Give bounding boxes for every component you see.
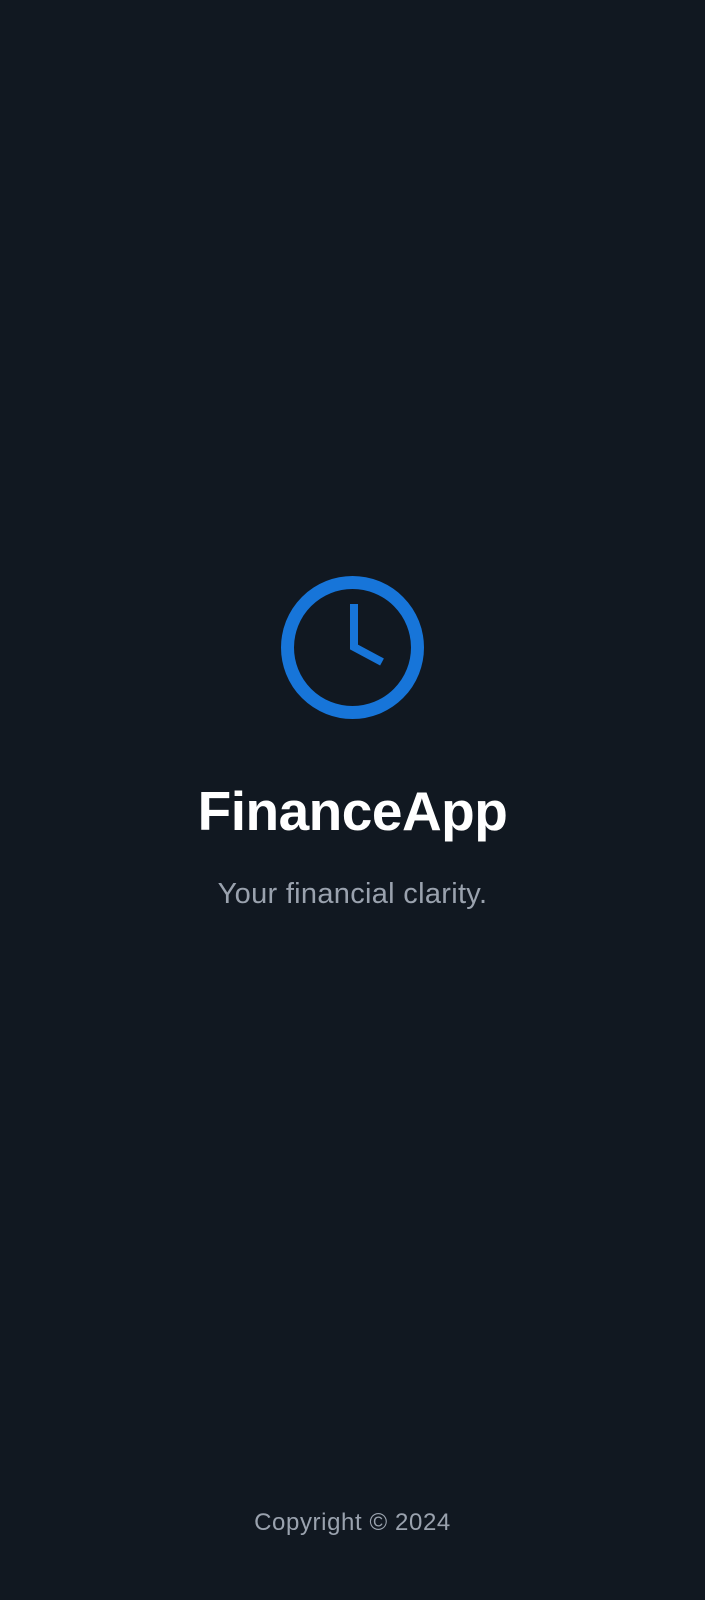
app-name: FinanceApp (197, 780, 508, 842)
copyright-text: Copyright © 2024 (254, 1509, 451, 1536)
app-tagline: Your financial clarity. (217, 878, 488, 910)
clock-icon (279, 574, 426, 721)
splash-screen: FinanceApp Your financial clarity. Copyr… (0, 0, 705, 1600)
